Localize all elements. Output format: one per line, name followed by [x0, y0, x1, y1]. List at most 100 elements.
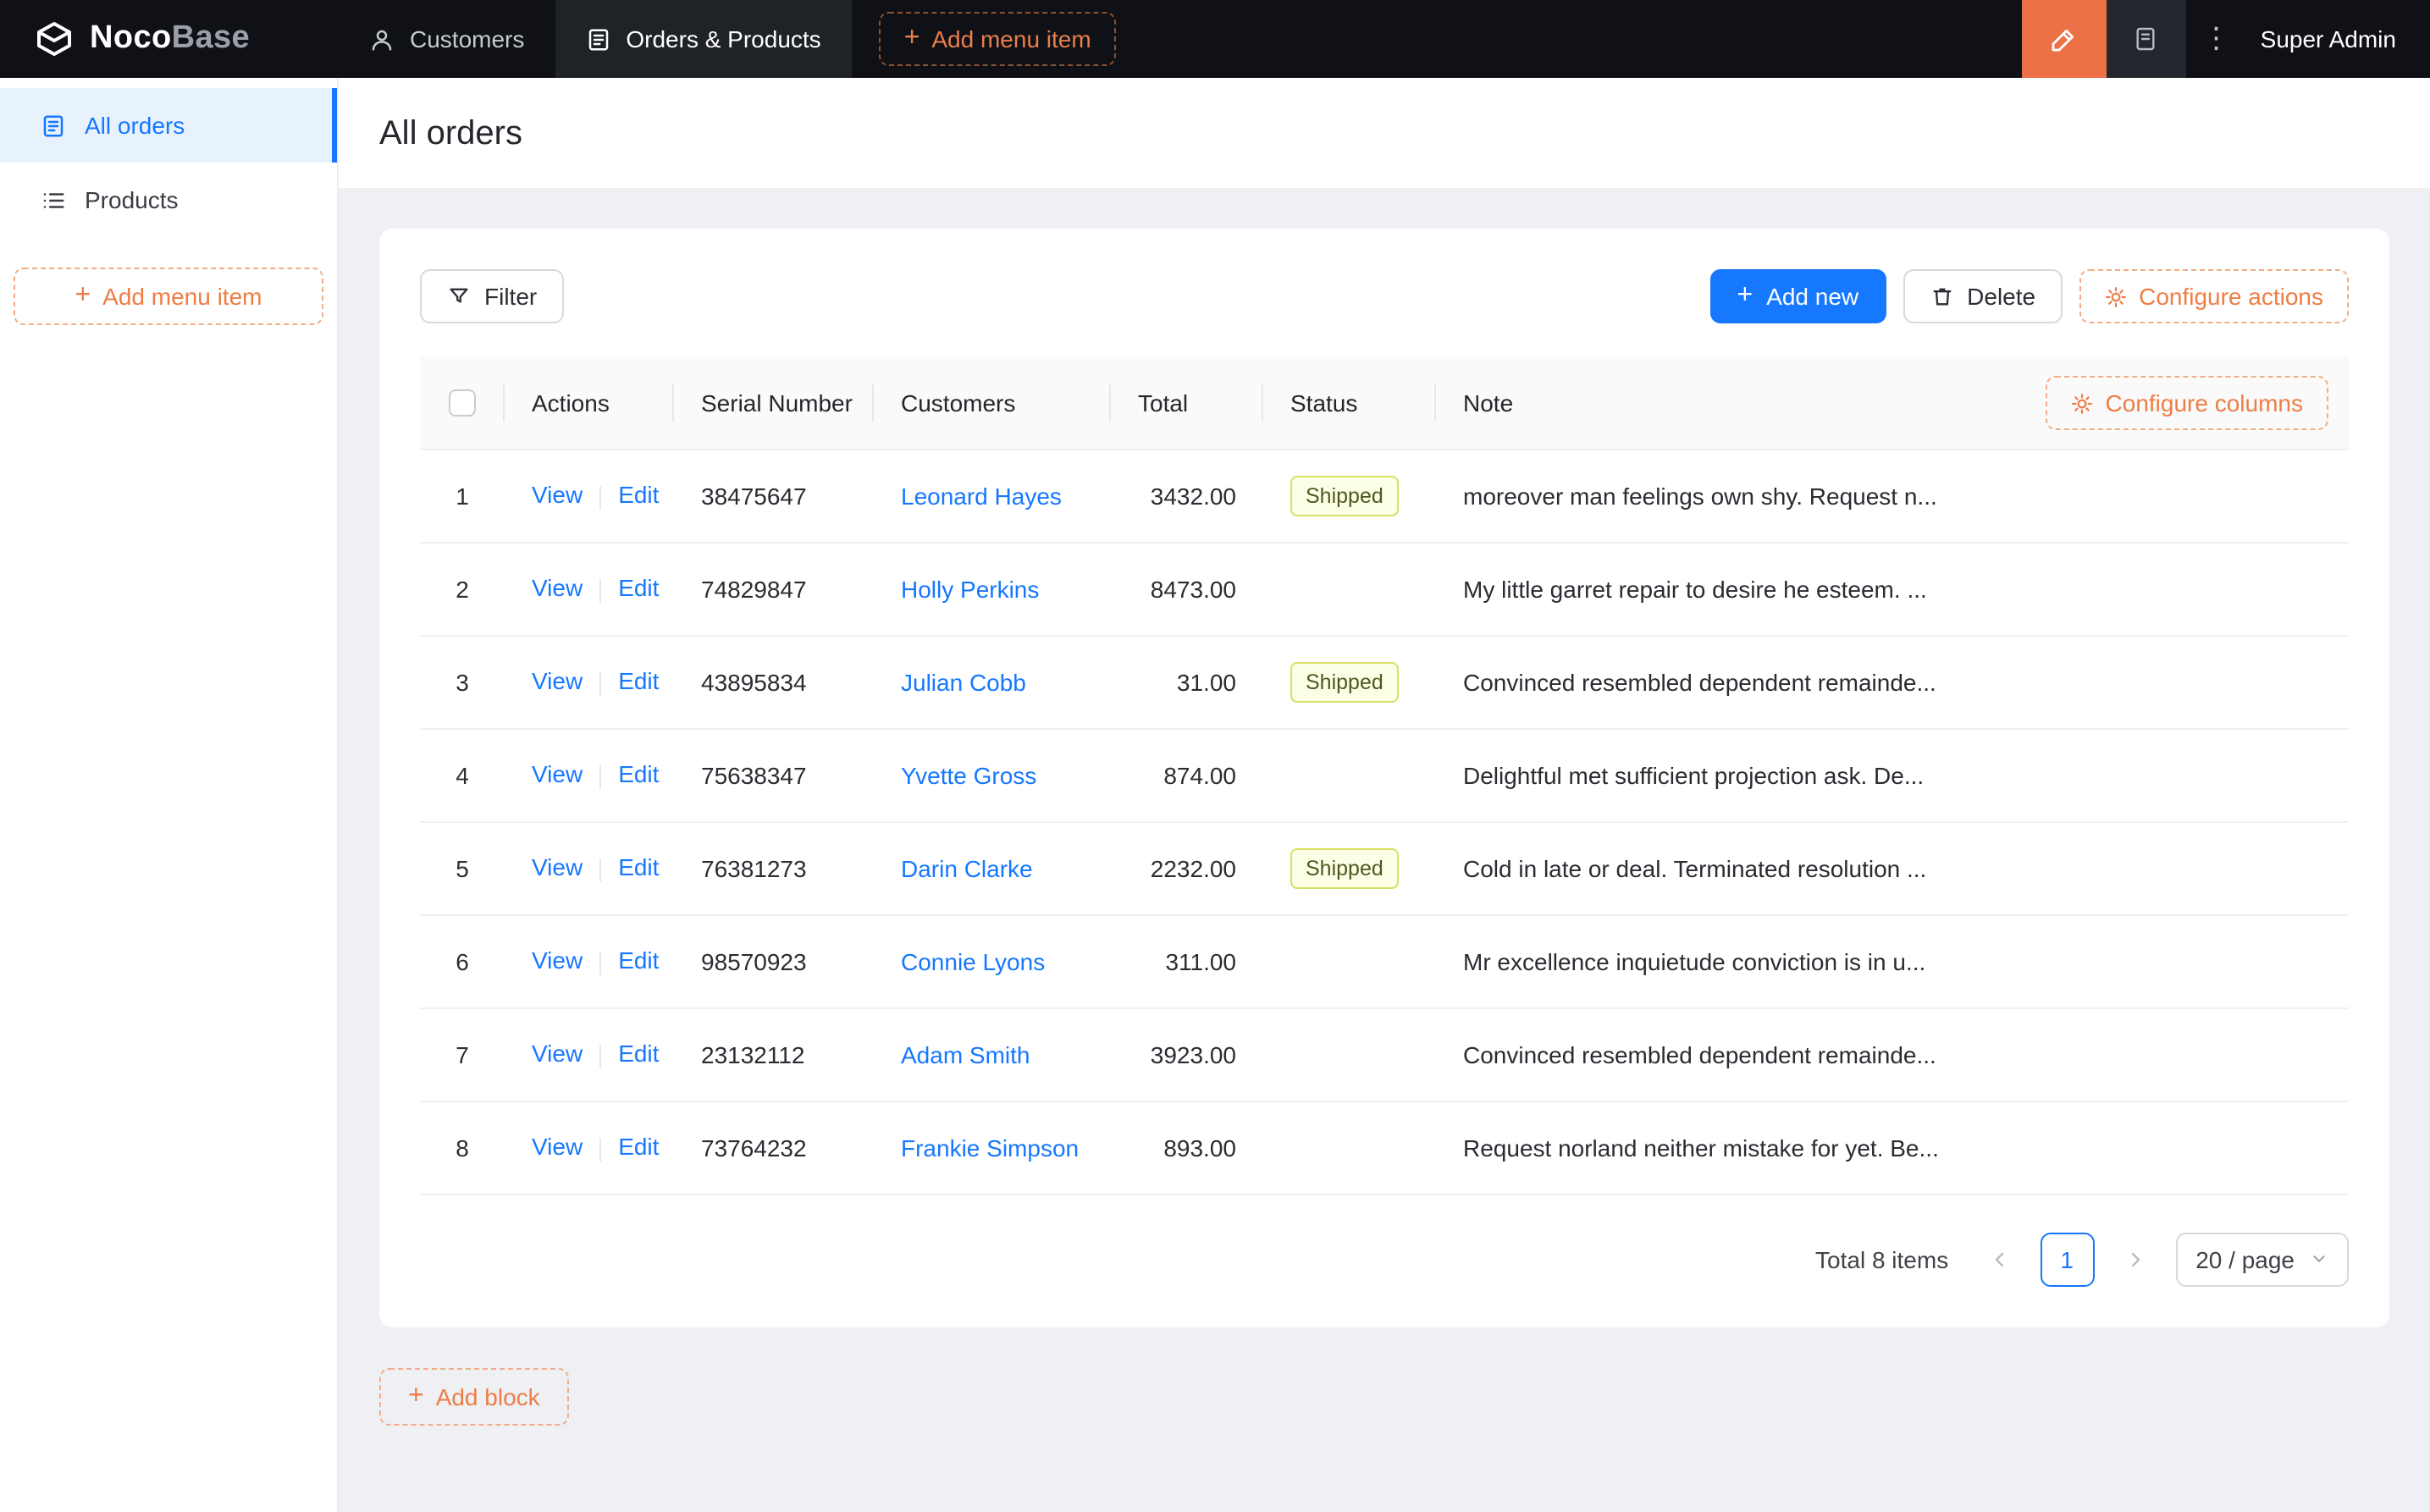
table-row: 6 View Edit 98570923 Connie Lyons 311.00 … [420, 914, 2349, 1008]
customer-link[interactable]: Connie Lyons [901, 947, 1045, 974]
sidebar-item-all-orders[interactable]: All orders [0, 88, 337, 163]
add-menu-item-button-header[interactable]: + Add menu item [878, 12, 1117, 66]
customer-link[interactable]: Darin Clarke [901, 854, 1033, 881]
body: All orders Products + Add menu item All … [0, 78, 2430, 1512]
trash-icon [1930, 284, 1953, 308]
filter-icon [447, 284, 471, 308]
view-link[interactable]: View [532, 1134, 583, 1161]
serial-number: 76381273 [701, 854, 807, 881]
order-note: Convinced resembled dependent remainde..… [1463, 668, 1936, 695]
view-link[interactable]: View [532, 668, 583, 695]
orders-table: Configure columns Actions Serial Number … [420, 357, 2349, 1195]
chevron-down-icon [2310, 1250, 2328, 1268]
menu-item-label: Customers [410, 25, 525, 52]
action-divider [599, 1044, 602, 1068]
edit-link[interactable]: Edit [618, 761, 659, 788]
menu-item-customers[interactable]: Customers [339, 0, 555, 78]
pagination: Total 8 items 1 20 / page [420, 1195, 2349, 1286]
sidebar-item-products[interactable]: Products [0, 163, 337, 237]
chevron-left-icon [1989, 1249, 2009, 1269]
chevron-right-icon [2124, 1249, 2145, 1269]
orders-table-block: Filter + Add new Delete Configure action… [379, 229, 2389, 1327]
menu-item-label: Orders & Products [626, 25, 821, 52]
action-divider [599, 578, 602, 603]
add-block-button[interactable]: + Add block [379, 1367, 569, 1425]
view-link[interactable]: View [532, 854, 583, 881]
configure-actions-button[interactable]: Configure actions [2079, 269, 2349, 323]
pagination-prev-button[interactable] [1972, 1232, 2026, 1286]
main-menu: Customers Orders & Products + Add menu i… [339, 0, 1117, 78]
edit-link[interactable]: Edit [618, 1134, 659, 1161]
menu-item-orders-products[interactable]: Orders & Products [555, 0, 852, 78]
serial-number: 73764232 [701, 1134, 807, 1161]
pagination-next-button[interactable] [2107, 1232, 2162, 1286]
table-row: 3 View Edit 43895834 Julian Cobb 31.00 Sh… [420, 635, 2349, 729]
plus-icon: + [75, 281, 91, 310]
column-header-status: Status [1263, 357, 1436, 450]
delete-button[interactable]: Delete [1903, 269, 2063, 323]
column-header-actions: Actions [505, 357, 674, 450]
view-link[interactable]: View [532, 761, 583, 788]
table-row: 1 View Edit 38475647 Leonard Hayes 3432.0… [420, 449, 2349, 543]
customer-link[interactable]: Julian Cobb [901, 668, 1026, 695]
add-new-button[interactable]: + Add new [1709, 269, 1886, 323]
edit-link[interactable]: Edit [618, 575, 659, 602]
edit-link[interactable]: Edit [618, 947, 659, 974]
order-total: 893.00 [1163, 1134, 1236, 1161]
order-total: 2232.00 [1150, 854, 1236, 881]
current-user[interactable]: Super Admin [2247, 25, 2430, 52]
add-menu-item-button-sidebar[interactable]: + Add menu item [14, 268, 323, 325]
logo-text: NocoBase [90, 20, 251, 56]
edit-link[interactable]: Edit [618, 482, 659, 509]
row-index: 8 [456, 1134, 469, 1161]
view-link[interactable]: View [532, 575, 583, 602]
serial-number: 98570923 [701, 947, 807, 974]
edit-link[interactable]: Edit [618, 668, 659, 695]
table-toolbar: Filter + Add new Delete Configure action… [420, 269, 2349, 323]
page-title: All orders [379, 115, 522, 152]
customer-link[interactable]: Leonard Hayes [901, 482, 1062, 509]
table-row: 8 View Edit 73764232 Frankie Simpson 893.… [420, 1101, 2349, 1195]
action-divider [599, 1137, 602, 1162]
sidebar-item-label: Products [85, 186, 179, 213]
configure-columns-button[interactable]: Configure columns [2046, 376, 2328, 430]
pagination-page-1[interactable]: 1 [2040, 1232, 2095, 1286]
sidebar: All orders Products + Add menu item [0, 78, 339, 1512]
more-menu-button[interactable]: ⋮ [2186, 0, 2247, 78]
highlighter-pen-icon [2050, 25, 2079, 53]
navbar-right: ⋮ Super Admin [2021, 0, 2430, 78]
serial-number: 43895834 [701, 668, 807, 695]
row-index: 4 [456, 761, 469, 788]
filter-button[interactable]: Filter [420, 269, 565, 323]
view-link[interactable]: View [532, 947, 583, 974]
order-note: Delightful met sufficient projection ask… [1463, 761, 1925, 788]
column-header-customers: Customers [874, 357, 1111, 450]
app: NocoBase Customers Orders & Products + A… [0, 0, 2430, 1512]
customer-link[interactable]: Yvette Gross [901, 761, 1036, 788]
order-note: Mr excellence inquietude conviction is i… [1463, 947, 1926, 974]
view-link[interactable]: View [532, 482, 583, 509]
view-link[interactable]: View [532, 1040, 583, 1068]
order-note: moreover man feelings own shy. Request n… [1463, 482, 1937, 509]
ellipsis-vertical-icon: ⋮ [2201, 22, 2231, 54]
row-index: 5 [456, 854, 469, 881]
table-row: 2 View Edit 74829847 Holly Perkins 8473.0… [420, 542, 2349, 636]
orders-file-icon [41, 113, 66, 138]
select-all-checkbox[interactable] [449, 389, 476, 417]
customer-link[interactable]: Frankie Simpson [901, 1134, 1079, 1161]
ui-editor-button[interactable] [2021, 0, 2107, 78]
status-badge: Shipped [1290, 475, 1399, 516]
page-header: All orders [339, 78, 2430, 188]
row-index: 2 [456, 575, 469, 602]
customer-link[interactable]: Holly Perkins [901, 575, 1039, 602]
edit-link[interactable]: Edit [618, 854, 659, 881]
customer-link[interactable]: Adam Smith [901, 1040, 1030, 1068]
edit-link[interactable]: Edit [618, 1040, 659, 1068]
row-index: 3 [456, 668, 469, 695]
nocobase-logo[interactable]: NocoBase [0, 0, 339, 78]
page-size-select[interactable]: 20 / page [2175, 1232, 2349, 1286]
row-index: 7 [456, 1040, 469, 1068]
collections-button[interactable] [2106, 0, 2186, 78]
column-header-serial-number: Serial Number [674, 357, 874, 450]
row-index: 1 [456, 482, 469, 509]
